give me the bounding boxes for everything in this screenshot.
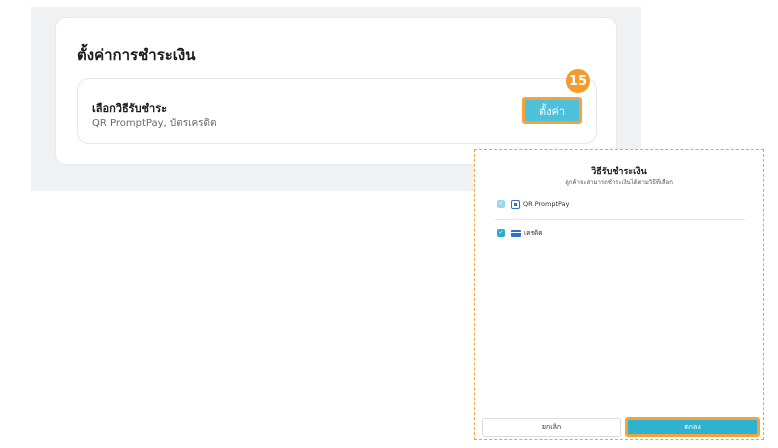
credit-card-icon (511, 229, 521, 237)
payment-method-row: เลือกวิธีรับชำระ QR PromptPay, บัตรเครดิ… (77, 78, 597, 144)
qr-icon (511, 199, 520, 209)
payment-settings-card: ตั้งค่าการชำระเงิน เลือกวิธีรับชำระ QR P… (56, 18, 616, 164)
payment-method-title: เลือกวิธีรับชำระ (92, 102, 168, 115)
checkbox-credit[interactable]: ✓ (497, 229, 505, 237)
divider (495, 219, 745, 220)
modal-subtitle: ลูกค้าจะสามารถชำระเงินได้ตามวิธีที่เลือก (565, 179, 673, 186)
modal-title: วิธีรับชำระเงิน (591, 167, 647, 177)
payment-methods-modal: วิธีรับชำระเงิน ลูกค้าจะสามารถชำระเงินได… (474, 149, 764, 440)
option-credit[interactable]: ✓ เครดิต (497, 227, 543, 239)
checkbox-qr-promptpay[interactable]: ✓ (497, 200, 505, 208)
page-title: ตั้งค่าการชำระเงิน (77, 46, 196, 64)
step-badge: 15 (566, 69, 590, 93)
option-label: เครดิต (524, 229, 543, 237)
payment-method-summary: QR PromptPay, บัตรเครดิต (92, 118, 217, 129)
option-qr-promptpay[interactable]: ✓ QR PromptPay (497, 198, 569, 210)
option-label: QR PromptPay (523, 200, 570, 208)
configure-button[interactable]: ตั้งค่า (522, 97, 582, 124)
cancel-button[interactable]: ยกเลิก (482, 418, 621, 437)
ok-button[interactable]: ตกลง (625, 417, 760, 437)
